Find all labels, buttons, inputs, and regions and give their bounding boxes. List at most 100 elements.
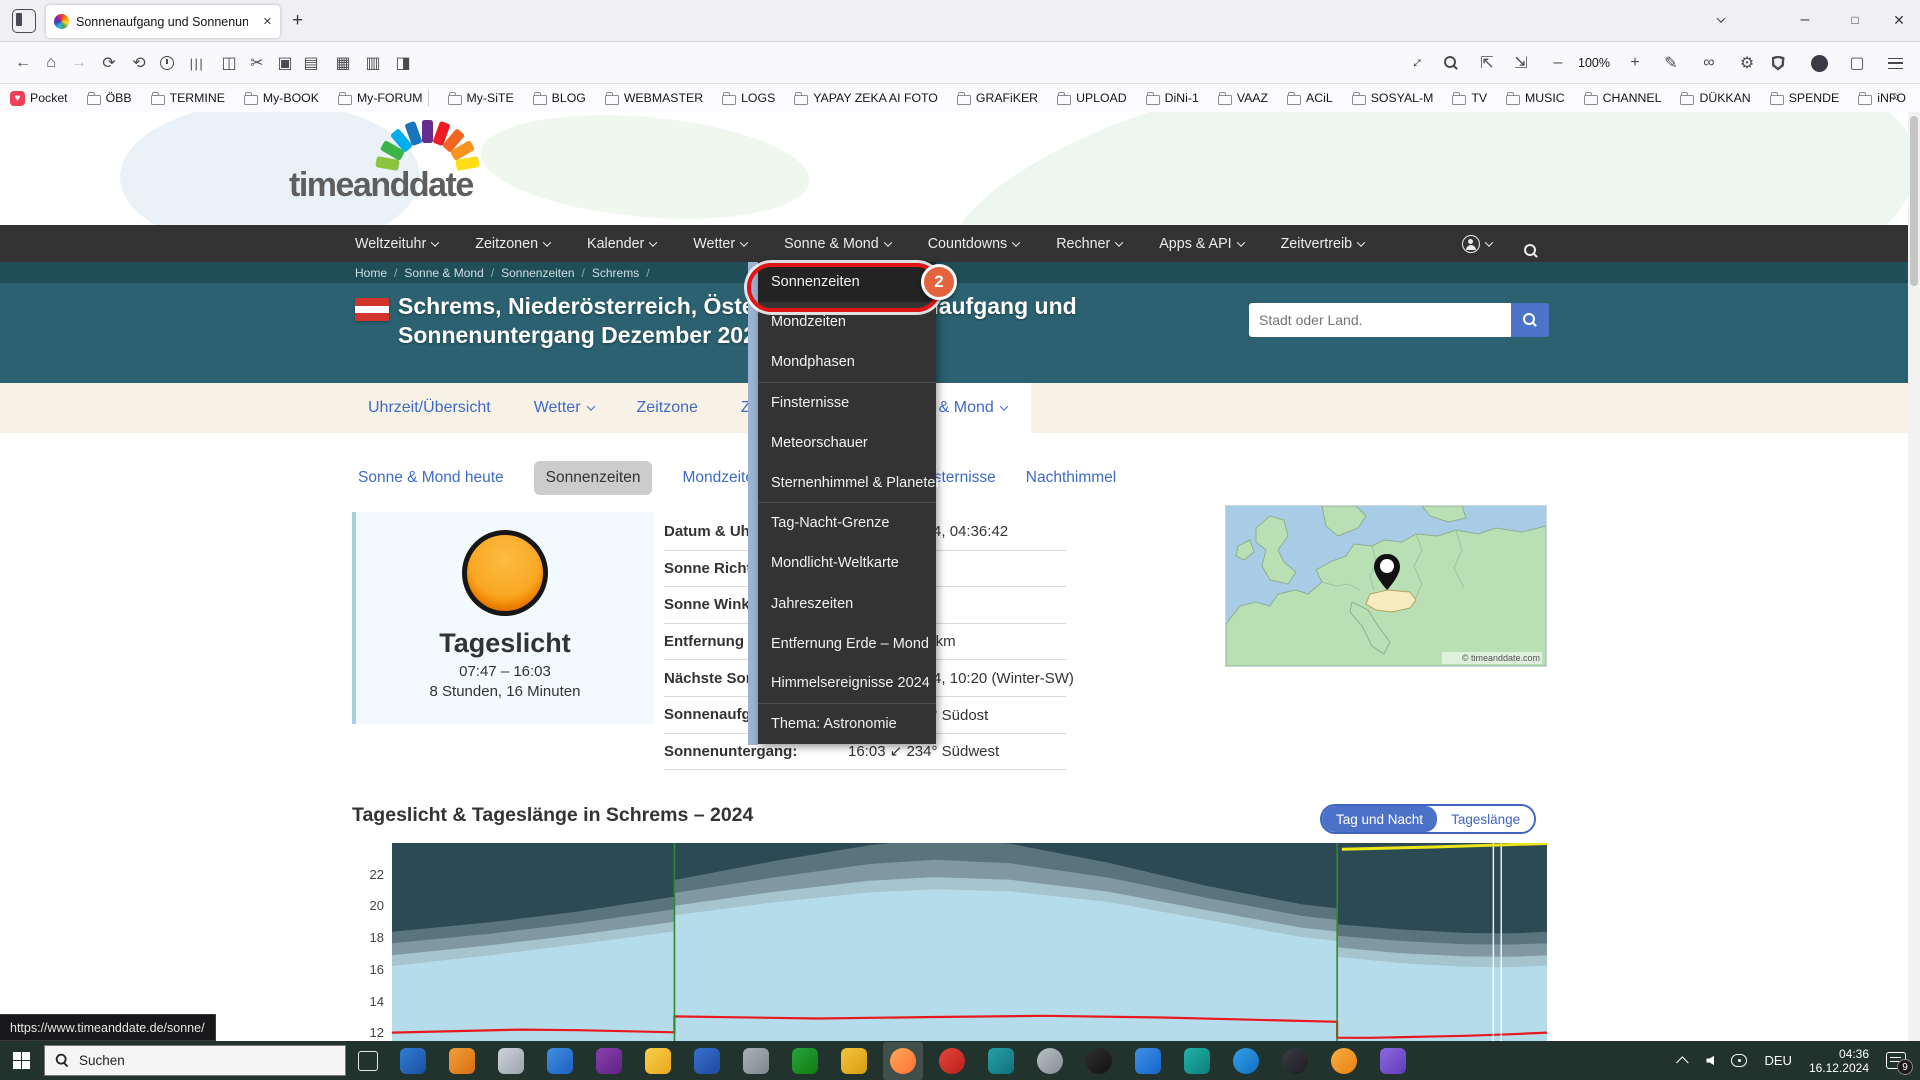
account-menu[interactable] xyxy=(1462,234,1494,253)
sidebery-icon[interactable]: ▢ xyxy=(1842,42,1872,84)
taskbar-app-icon[interactable] xyxy=(1184,1047,1210,1074)
account-avatar-icon[interactable] xyxy=(1804,42,1834,84)
bookmark-item[interactable]: SOSYAL-M xyxy=(1351,91,1433,105)
devices-icon[interactable]: ◨ xyxy=(388,42,418,84)
tray-chevron-up-icon[interactable] xyxy=(1676,1056,1690,1069)
bookmark-item[interactable]: VAAZ xyxy=(1217,91,1268,105)
firefox-view-icon[interactable] xyxy=(12,9,36,33)
taskbar-app-icon[interactable] xyxy=(743,1047,769,1074)
screenshot-scissors-icon[interactable]: ✂ xyxy=(242,42,272,84)
bookmark-item[interactable]: DÜKKAN xyxy=(1680,91,1751,105)
subtab[interactable]: Sonnenzeiten xyxy=(533,461,653,495)
taskbar-app-icon[interactable] xyxy=(645,1047,671,1074)
browser-tab[interactable]: Sonnenaufgang und Sonnenun ✕ xyxy=(46,5,280,38)
taskbar-app-icon[interactable] xyxy=(1282,1047,1308,1074)
adblock-shield-icon[interactable] xyxy=(1768,42,1798,84)
bookmark-item[interactable]: TV xyxy=(1452,91,1487,105)
dropdown-menu-item[interactable]: Thema: Astronomie xyxy=(758,704,936,744)
taskbar-app-icon[interactable] xyxy=(939,1047,965,1074)
sidebar-icon[interactable]: ◫ xyxy=(214,42,244,84)
clock-datetime[interactable]: 04:36 16.12.2024 xyxy=(1809,1047,1869,1075)
breadcrumb-item[interactable]: Sonnenzeiten / xyxy=(501,266,592,280)
home-icon[interactable]: ⌂ xyxy=(36,42,66,84)
taskbar-app-icon[interactable] xyxy=(694,1047,720,1074)
zoom-level[interactable]: 100% xyxy=(1572,42,1616,84)
chart-toggle-button[interactable]: Tag und Nacht xyxy=(1322,806,1438,832)
nav-item[interactable]: Wetter xyxy=(693,236,749,252)
breadcrumb-item[interactable]: Sonne & Mond / xyxy=(404,266,501,280)
back-icon[interactable]: ← xyxy=(8,42,38,84)
bookmark-item[interactable]: WEBMASTER xyxy=(604,91,703,105)
clipboard-icon[interactable]: ▤ xyxy=(296,42,326,84)
taskbar-app-icon[interactable] xyxy=(498,1047,524,1074)
bookmark-item[interactable]: SPENDE xyxy=(1769,91,1839,105)
dropdown-menu-item[interactable]: Finsternisse xyxy=(758,383,936,423)
reload-icon[interactable]: ⟳ xyxy=(94,42,124,84)
taskbar-app-icon[interactable] xyxy=(1135,1047,1161,1074)
library-icon[interactable]: ||| xyxy=(182,42,212,84)
taskbar-app-icon[interactable] xyxy=(1086,1047,1112,1074)
taskbar-app-icon[interactable] xyxy=(883,1041,923,1080)
timeanddate-logo-text[interactable]: timeanddate xyxy=(289,166,474,205)
highlighter-icon[interactable]: ✎ xyxy=(1656,42,1686,84)
list-tabs-chevron-icon[interactable] xyxy=(1698,0,1744,40)
bookmark-item[interactable]: UPLOAD xyxy=(1057,91,1127,105)
window-maximize-button[interactable]: □ xyxy=(1832,0,1878,40)
bookmark-item[interactable]: DiNi-1 xyxy=(1145,91,1199,105)
bookmark-item[interactable]: GRAFiKER xyxy=(956,91,1038,105)
new-tab-button[interactable]: + xyxy=(292,10,303,32)
dictation-icon[interactable] xyxy=(1731,1054,1748,1067)
location-map[interactable]: © timeanddate.com xyxy=(1225,505,1547,667)
infinity-extension-icon[interactable]: ∞ xyxy=(1694,42,1724,84)
task-view-icon[interactable] xyxy=(358,1050,378,1071)
nav-item[interactable]: Rechner xyxy=(1056,236,1124,252)
day-night-chart[interactable] xyxy=(391,838,1548,1041)
nav-item[interactable]: Countdowns xyxy=(928,236,1021,252)
nav-item[interactable]: Zeitvertreib xyxy=(1281,236,1366,252)
bookmark-item[interactable]: My-FORUM xyxy=(337,90,429,106)
location-tab[interactable]: Uhrzeit/Übersicht xyxy=(368,399,491,417)
subtab[interactable]: Nachthimmel xyxy=(1026,469,1116,487)
print-icon[interactable]: ▦ xyxy=(328,42,358,84)
taskbar-app-icon[interactable] xyxy=(792,1047,818,1074)
tab-close-icon[interactable]: ✕ xyxy=(263,15,272,28)
import-bookmark-icon[interactable]: ⇲ xyxy=(1506,42,1536,84)
chart-toggle-button[interactable]: Tageslänge xyxy=(1437,806,1535,832)
location-tab[interactable]: Zeitzone xyxy=(637,399,698,417)
forward-icon[interactable]: → xyxy=(64,42,94,84)
clock-icon[interactable] xyxy=(152,42,182,84)
city-search-button[interactable] xyxy=(1511,303,1549,337)
taskbar-app-icon[interactable] xyxy=(988,1047,1014,1074)
bookmark-item[interactable]: CHANNEL xyxy=(1583,91,1661,105)
bookmarks-overflow-icon[interactable]: » xyxy=(1892,88,1908,104)
bookmark-item[interactable]: BLOG xyxy=(532,91,586,105)
dropdown-menu-item[interactable]: Meteorschauer xyxy=(758,423,936,463)
dropdown-menu-item[interactable]: Sternenhimmel & Planeten xyxy=(758,463,944,504)
dropdown-menu-item[interactable]: Mondphasen xyxy=(758,342,936,383)
history-icon[interactable]: ⟲ xyxy=(124,42,154,84)
nav-item[interactable]: Zeitzonen xyxy=(475,236,552,252)
nav-item[interactable]: Sonne & Mond xyxy=(784,236,892,252)
bookmark-item[interactable]: MUSIC xyxy=(1506,91,1565,105)
zoom-in-icon[interactable]: + xyxy=(1620,42,1650,84)
developer-wrench-icon[interactable]: ⚙ xyxy=(1732,42,1762,84)
notification-center-icon[interactable]: 9 xyxy=(1886,1052,1913,1075)
subtab[interactable]: Sonne & Mond heute xyxy=(358,469,504,487)
search-icon[interactable] xyxy=(1436,42,1466,84)
bookmark-item[interactable]: LOGS xyxy=(722,91,775,105)
nav-item[interactable]: Weltzeituhr xyxy=(355,236,440,252)
taskbar-app-icon[interactable] xyxy=(841,1047,867,1074)
dropdown-menu-item[interactable]: Entfernung Erde – Mond xyxy=(758,624,936,664)
start-button-icon[interactable] xyxy=(13,1052,30,1069)
window-minimize-button[interactable]: – xyxy=(1782,0,1828,40)
menu-hamburger-icon[interactable] xyxy=(1880,42,1910,84)
dropdown-menu-item[interactable]: Himmelsereignisse 2024 xyxy=(758,664,936,705)
zoom-out-icon[interactable]: – xyxy=(1543,42,1573,84)
bookmark-item[interactable]: ÖBB xyxy=(86,91,132,105)
bookmark-item[interactable]: YAPAY ZEKA AI FOTO xyxy=(794,91,938,105)
bookmark-item[interactable]: ♥ Pocket xyxy=(10,90,68,106)
taskbar-app-icon[interactable] xyxy=(1380,1047,1406,1074)
taskbar-search[interactable]: Suchen xyxy=(44,1045,346,1076)
dropdown-menu-item[interactable]: Tag-Nacht-Grenze xyxy=(758,503,936,543)
nav-item[interactable]: Kalender xyxy=(587,236,658,252)
